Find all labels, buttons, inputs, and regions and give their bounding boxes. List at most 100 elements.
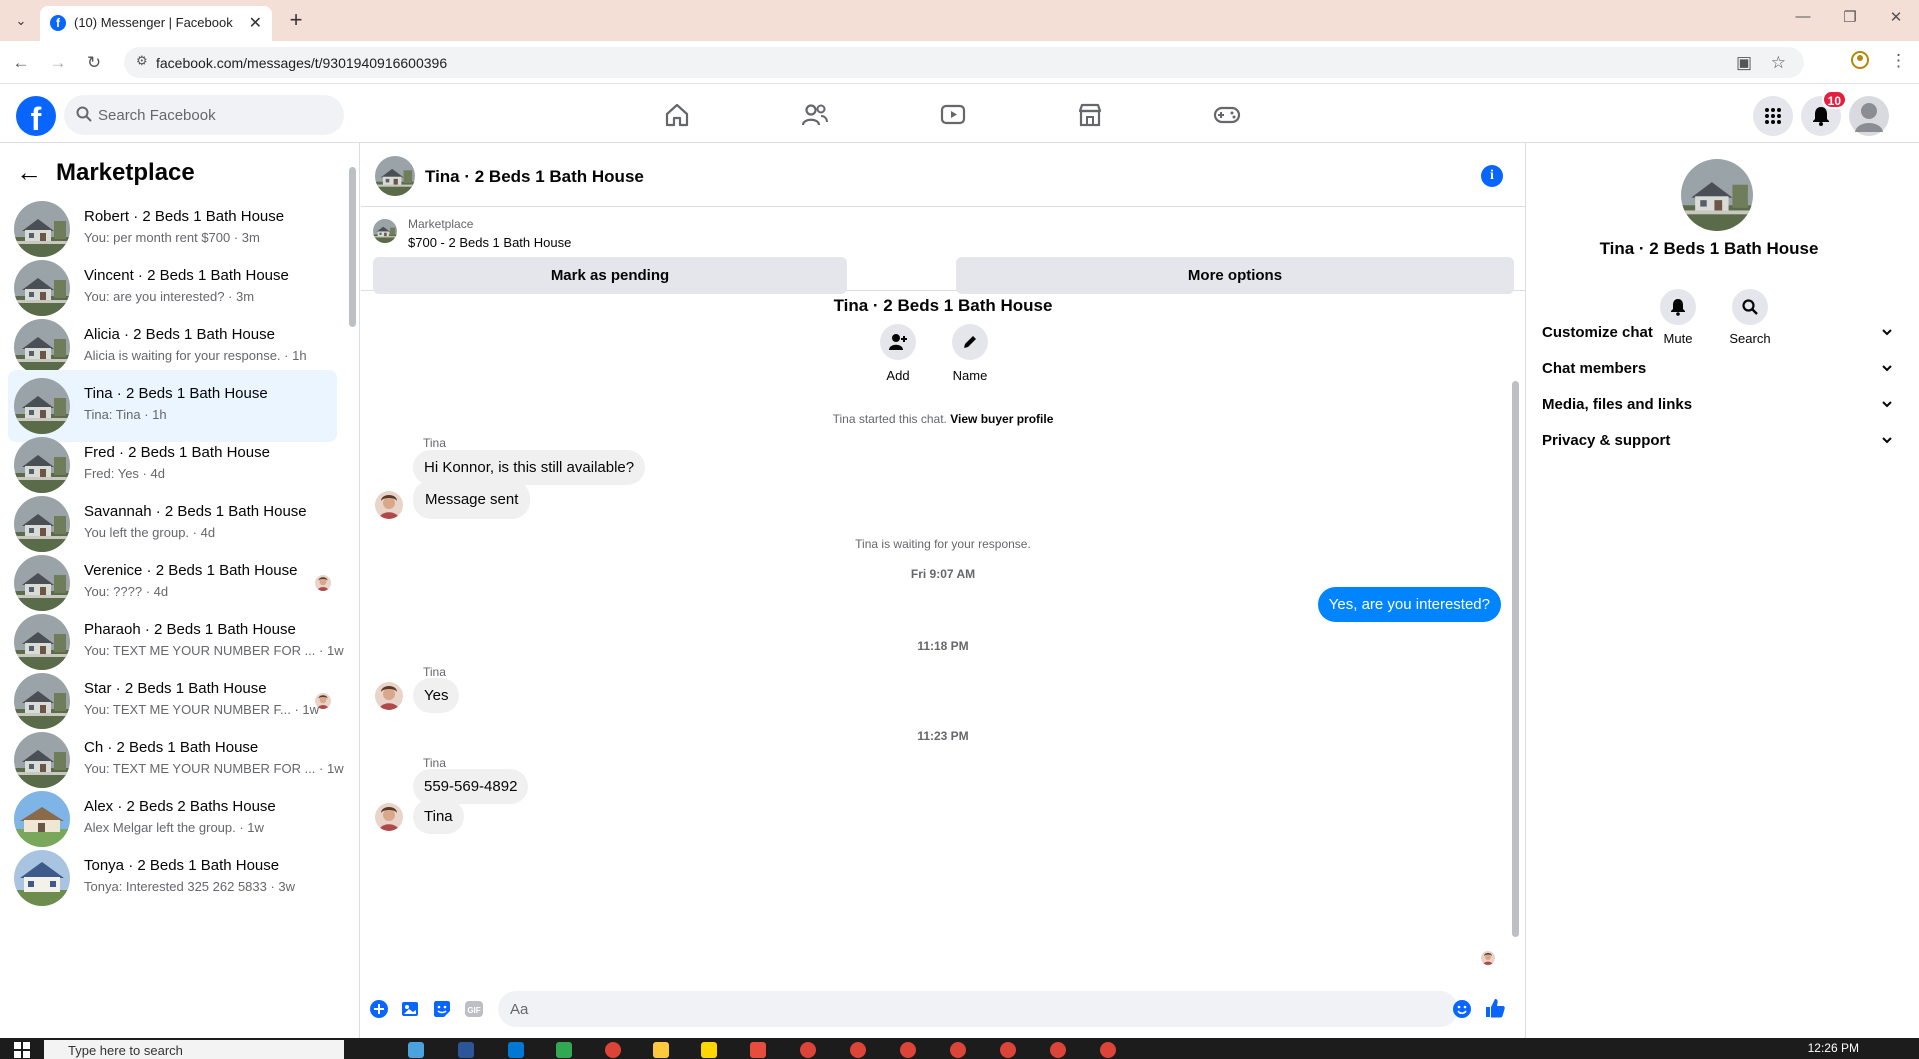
minimize-icon[interactable]: — <box>1783 8 1823 25</box>
message-bubble[interactable]: Message sent <box>413 480 531 519</box>
message-input[interactable] <box>498 991 1458 1027</box>
chrome-icon[interactable] <box>900 1042 916 1058</box>
chrome-icon[interactable] <box>1100 1042 1116 1058</box>
chrome-icon[interactable] <box>1050 1042 1066 1058</box>
seen-receipt-avatar <box>1481 951 1495 965</box>
conversation-item[interactable]: Tonya · 2 Beds 1 Bath House Tonya: Intere… <box>8 842 337 914</box>
address-bar[interactable]: ⚙ facebook.com/messages/t/93019409166003… <box>124 47 1804 78</box>
thumbs-up-icon[interactable] <box>1484 997 1506 1019</box>
message-bubble[interactable]: Tina <box>413 799 464 834</box>
sender-avatar[interactable] <box>375 491 403 519</box>
sticker-icon[interactable] <box>432 999 452 1019</box>
gif-icon[interactable]: GIF <box>464 999 484 1019</box>
chrome-icon[interactable] <box>800 1042 816 1058</box>
reload-icon[interactable]: ↻ <box>81 50 107 76</box>
conversation-name: Ch · 2 Beds 1 Bath House <box>84 739 259 756</box>
plus-circle-icon[interactable] <box>369 999 389 1019</box>
new-tab-icon[interactable]: + <box>282 7 310 33</box>
more-options-button[interactable]: More options <box>956 257 1514 294</box>
install-app-icon[interactable]: ▣ <box>1736 53 1752 73</box>
details-section-row[interactable]: Customize chat <box>1542 314 1892 350</box>
conversation-name: Alex · 2 Beds 2 Baths House <box>84 798 276 815</box>
search-input[interactable] <box>98 95 328 135</box>
facebook-logo-icon[interactable]: f <box>16 96 56 137</box>
chat-title[interactable]: Tina · 2 Beds 1 Bath House <box>425 167 644 187</box>
friends-icon[interactable] <box>760 95 870 135</box>
sidebar-scrollbar[interactable] <box>349 157 356 1017</box>
chrome-icon[interactable] <box>605 1042 621 1058</box>
teams-icon[interactable] <box>458 1042 474 1058</box>
thread-scrollbar[interactable] <box>1512 295 1520 975</box>
outgoing-message-bubble[interactable]: Yes, are you interested? <box>1317 587 1501 622</box>
conversation-preview: You: TEXT ME YOUR NUMBER FOR ... · 1w <box>84 761 344 776</box>
home-icon[interactable] <box>622 95 732 135</box>
sidebar-header: ← Marketplace <box>16 157 195 188</box>
details-section-row[interactable]: Privacy & support <box>1542 422 1892 458</box>
conversation-preview: You left the group. · 4d <box>84 525 216 540</box>
listing-thumbnail[interactable] <box>373 219 397 243</box>
timestamp: 11:18 PM <box>917 639 969 653</box>
browser-tab[interactable]: f (10) Messenger | Facebook ✕ <box>40 6 272 41</box>
sender-name: Tina <box>423 436 446 450</box>
windows-start-icon[interactable] <box>14 1042 30 1058</box>
close-tab-icon[interactable]: ✕ <box>249 13 262 33</box>
details-avatar[interactable] <box>1681 159 1753 231</box>
conversation-sidebar: ← Marketplace Robert · 2 Beds 1 Bath Hou… <box>0 143 360 1038</box>
sender-avatar[interactable] <box>375 682 403 710</box>
chrome-icon[interactable] <box>1000 1042 1016 1058</box>
photo-icon[interactable] <box>401 999 421 1019</box>
conversation-preview: You: are you interested? · 3m <box>84 289 255 304</box>
outlook-icon[interactable] <box>508 1042 524 1058</box>
chat-avatar[interactable] <box>375 156 415 196</box>
chrome-icon[interactable] <box>950 1042 966 1058</box>
close-icon[interactable]: ✕ <box>1876 8 1916 26</box>
video-icon[interactable] <box>898 95 1008 135</box>
profile-icon[interactable] <box>1851 51 1869 74</box>
notifications-bell-icon[interactable]: 10 <box>1801 90 1847 136</box>
search-icon <box>76 106 92 122</box>
mark-as-pending-button[interactable]: Mark as pending <box>373 257 847 294</box>
view-buyer-profile-link[interactable]: View buyer profile <box>950 412 1053 426</box>
chat-started-text: Tina started this chat. <box>832 412 947 426</box>
task-view-icon[interactable] <box>408 1042 424 1058</box>
chevron-down-icon <box>1882 365 1892 372</box>
sticky-notes-icon[interactable] <box>701 1042 717 1058</box>
app-icon[interactable] <box>750 1042 766 1058</box>
file-explorer-icon[interactable] <box>653 1042 669 1058</box>
conversation-preview: Alicia is waiting for your response. · 1… <box>84 348 307 363</box>
account-avatar[interactable] <box>1849 96 1889 136</box>
conversation-name: Robert · 2 Beds 1 Bath House <box>84 208 285 225</box>
details-section-row[interactable]: Chat members <box>1542 350 1892 386</box>
details-section-label: Media, files and links <box>1542 395 1693 413</box>
facebook-search[interactable] <box>64 95 344 135</box>
read-receipt-avatar <box>315 693 331 709</box>
gaming-icon[interactable] <box>1172 95 1282 135</box>
restore-icon[interactable]: ❐ <box>1830 8 1870 26</box>
svg-text:GIF: GIF <box>467 1006 480 1015</box>
back-icon[interactable]: ← <box>8 50 34 76</box>
marketplace-icon[interactable] <box>1035 95 1145 135</box>
forward-icon[interactable]: → <box>45 50 71 76</box>
sender-avatar[interactable] <box>375 803 403 831</box>
tab-search-icon[interactable]: ⌄ <box>10 10 32 32</box>
menu-grid-icon[interactable] <box>1753 96 1793 136</box>
add-person-icon[interactable] <box>880 324 916 360</box>
listing-price-title[interactable]: $700 - 2 Beds 1 Bath House <box>408 235 571 250</box>
details-section-row[interactable]: Media, files and links <box>1542 386 1892 422</box>
chrome-icon[interactable] <box>850 1042 866 1058</box>
conversation-preview: You: TEXT ME YOUR NUMBER F... · 1w <box>84 702 320 717</box>
pencil-icon[interactable] <box>952 324 988 360</box>
bookmark-star-icon[interactable]: ☆ <box>1771 53 1786 73</box>
info-icon[interactable]: i <box>1481 165 1503 187</box>
browser-menu-icon[interactable]: ⋮ <box>1890 51 1907 71</box>
tab-title: (10) Messenger | Facebook <box>74 15 233 30</box>
conversation-preview: You: ???? · 4d <box>84 584 169 599</box>
conversation-preview: Tonya: Interested 325 262 5833 · 3w <box>84 879 296 894</box>
message-bubble[interactable]: Yes <box>413 678 460 713</box>
edge-icon[interactable] <box>556 1042 572 1058</box>
taskbar-search[interactable]: Type here to search <box>44 1040 344 1059</box>
back-arrow-icon[interactable]: ← <box>16 157 42 188</box>
conversation-avatar <box>14 437 70 493</box>
emoji-icon[interactable] <box>1452 999 1472 1019</box>
site-info-icon[interactable]: ⚙ <box>136 53 148 69</box>
